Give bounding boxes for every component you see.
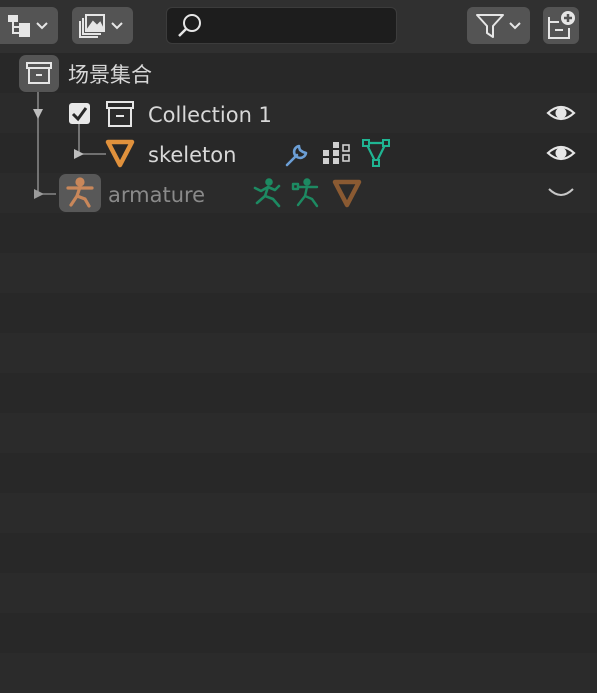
scene-collection-label: 场景集合 <box>68 63 152 87</box>
empty-row <box>0 573 597 613</box>
search-input[interactable] <box>207 14 391 38</box>
armature-icon-box <box>59 174 101 212</box>
eye-closed-icon[interactable] <box>545 182 577 204</box>
collection-box-icon <box>26 62 52 84</box>
search-field[interactable] <box>166 7 397 44</box>
view-layer-dropdown[interactable] <box>72 7 133 44</box>
armature-label[interactable]: armature <box>108 183 205 207</box>
outliner-tree-icon <box>8 14 48 37</box>
eye-icon[interactable] <box>545 140 577 166</box>
new-collection-icon <box>548 10 575 39</box>
collection-box-icon <box>104 99 136 129</box>
mesh-object-icon[interactable] <box>331 178 363 208</box>
empty-row <box>0 533 597 573</box>
wrench-modifier-icon[interactable] <box>282 139 312 169</box>
mesh-data-icon[interactable] <box>360 137 392 169</box>
empty-row <box>0 613 597 653</box>
collection-checkbox[interactable] <box>69 103 90 124</box>
eye-icon[interactable] <box>545 100 577 126</box>
empty-row <box>0 493 597 533</box>
search-icon <box>178 14 201 37</box>
skeleton-label[interactable]: skeleton <box>148 143 236 167</box>
armature-object-icon <box>66 177 94 208</box>
outliner-header <box>0 0 597 53</box>
display-mode-dropdown[interactable] <box>0 7 58 44</box>
empty-row <box>0 293 597 333</box>
empty-row <box>0 253 597 293</box>
empty-row <box>0 653 597 693</box>
vertex-groups-icon[interactable] <box>321 139 353 169</box>
collection-label[interactable]: Collection 1 <box>148 103 272 127</box>
empty-row <box>0 373 597 413</box>
empty-row <box>0 453 597 493</box>
image-layers-icon <box>79 13 123 38</box>
empty-row <box>0 413 597 453</box>
checkmark-icon <box>71 107 88 122</box>
new-collection-button[interactable] <box>543 7 579 44</box>
scene-collection-icon-box <box>19 55 59 92</box>
empty-row <box>0 213 597 253</box>
mesh-object-icon <box>104 138 136 168</box>
funnel-icon <box>476 13 521 38</box>
filter-dropdown[interactable] <box>467 7 530 44</box>
pose-icon[interactable] <box>251 177 283 209</box>
empty-row <box>0 333 597 373</box>
armature-data-icon[interactable] <box>290 177 322 209</box>
